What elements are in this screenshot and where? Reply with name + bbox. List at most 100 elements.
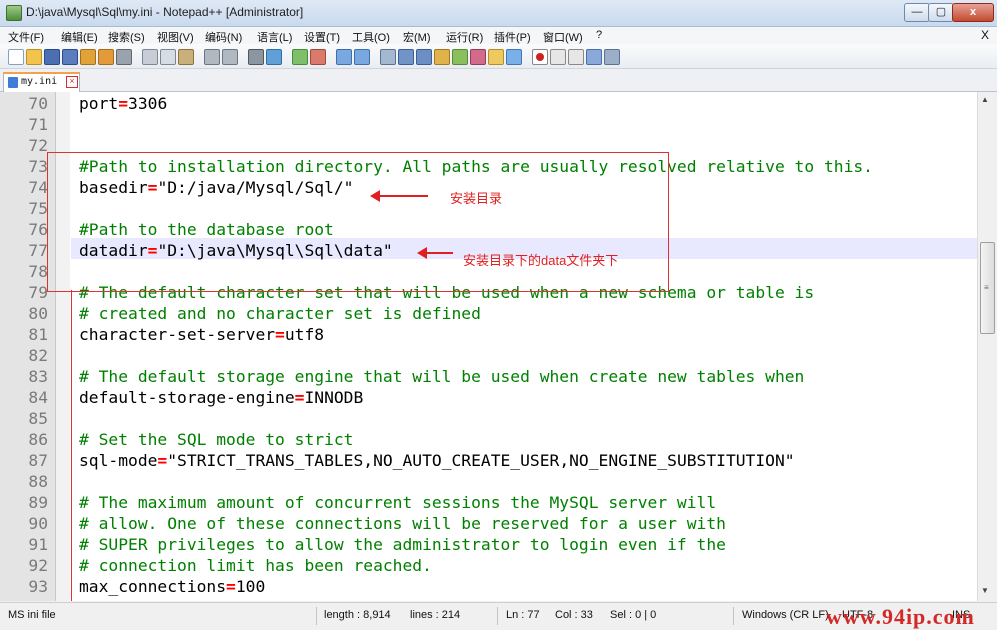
- line-number: 89: [28, 493, 48, 512]
- menu-window[interactable]: 窗口(W): [543, 29, 583, 45]
- menu-search[interactable]: 搜索(S): [108, 29, 145, 45]
- redo-icon[interactable]: [222, 49, 238, 65]
- menu-encoding[interactable]: 编码(N): [205, 29, 242, 45]
- line-number: 75: [28, 199, 48, 218]
- code-token: =: [226, 577, 236, 596]
- line-number: 90: [28, 514, 48, 533]
- line-number: 84: [28, 388, 48, 407]
- paste-icon[interactable]: [178, 49, 194, 65]
- menu-help[interactable]: ?: [596, 29, 602, 41]
- save-macro-icon[interactable]: [604, 49, 620, 65]
- code-text: character-set-server=utf8: [79, 324, 324, 345]
- zoom-in-icon[interactable]: [292, 49, 308, 65]
- close-all-icon[interactable]: [98, 49, 114, 65]
- menu-run[interactable]: 运行(R): [446, 29, 483, 45]
- close-document-button[interactable]: X: [981, 28, 989, 42]
- status-lines: lines : 214: [410, 609, 461, 621]
- code-editor[interactable]: 70 port=3306 71 72 73 #Path to installation d…: [0, 92, 977, 601]
- code-text: sql-mode="STRICT_TRANS_TABLES,NO_AUTO_CR…: [79, 450, 795, 471]
- doc-map-icon[interactable]: [452, 49, 468, 65]
- line-number: 86: [28, 430, 48, 449]
- cut-icon[interactable]: [142, 49, 158, 65]
- code-line[interactable]: 71: [0, 114, 977, 135]
- status-eol[interactable]: Windows (CR LF): [742, 609, 829, 621]
- save-all-icon[interactable]: [62, 49, 78, 65]
- tab-my-ini[interactable]: my.ini ×: [3, 72, 80, 92]
- grip-icon: ≡: [984, 283, 989, 292]
- annotation-line: [71, 290, 72, 601]
- record-dot: [536, 53, 544, 61]
- code-line[interactable]: 88: [0, 471, 977, 492]
- watermark: www.94ip.com: [826, 604, 975, 629]
- status-ln: Ln : 77: [506, 609, 540, 621]
- code-text: # SUPER privileges to allow the administ…: [79, 534, 726, 555]
- menu-settings[interactable]: 设置(T): [304, 29, 340, 45]
- code-line[interactable]: 91 # SUPER privileges to allow the admini…: [0, 534, 977, 555]
- sync-v-icon[interactable]: [336, 49, 352, 65]
- scroll-thumb[interactable]: ≡: [980, 242, 995, 334]
- close-icon[interactable]: [80, 49, 96, 65]
- code-line[interactable]: 89 # The maximum amount of concurrent ses…: [0, 492, 977, 513]
- tab-bar: my.ini ×: [0, 69, 997, 92]
- menu-view[interactable]: 视图(V): [157, 29, 194, 45]
- close-window-button[interactable]: x: [952, 3, 994, 22]
- scroll-down-icon[interactable]: ▼: [981, 586, 989, 595]
- copy-icon[interactable]: [160, 49, 176, 65]
- title-bar[interactable]: D:\java\Mysql\Sql\my.ini - Notepad++ [Ad…: [0, 0, 997, 27]
- zoom-out-icon[interactable]: [310, 49, 326, 65]
- code-line[interactable]: 93 max_connections=100: [0, 576, 977, 597]
- folder-icon[interactable]: [488, 49, 504, 65]
- word-wrap-icon[interactable]: [380, 49, 396, 65]
- save-icon[interactable]: [44, 49, 60, 65]
- find-icon[interactable]: [248, 49, 264, 65]
- menu-plugins[interactable]: 插件(P): [494, 29, 531, 45]
- saved-file-icon: [8, 77, 18, 88]
- maximize-button[interactable]: ▢: [928, 3, 954, 22]
- code-line[interactable]: 83 # The default storage engine that will…: [0, 366, 977, 387]
- scroll-up-icon[interactable]: ▲: [981, 95, 989, 104]
- open-file-icon[interactable]: [26, 49, 42, 65]
- code-text: max_connections=100: [79, 576, 265, 597]
- show-all-icon[interactable]: [398, 49, 414, 65]
- menu-macro[interactable]: 宏(M): [403, 29, 431, 45]
- menu-file[interactable]: 文件(F): [8, 29, 44, 45]
- code-line[interactable]: 70 port=3306: [0, 93, 977, 114]
- print-icon[interactable]: [116, 49, 132, 65]
- minimize-button[interactable]: —: [904, 3, 930, 22]
- code-line[interactable]: 84 default-storage-engine=INNODB: [0, 387, 977, 408]
- function-list-icon[interactable]: [470, 49, 486, 65]
- record-macro-icon[interactable]: [532, 49, 548, 65]
- run-multiple-icon[interactable]: [586, 49, 602, 65]
- play-macro-icon[interactable]: [568, 49, 584, 65]
- code-line[interactable]: 80 # created and no character set is defi…: [0, 303, 977, 324]
- sync-h-icon[interactable]: [354, 49, 370, 65]
- stop-macro-icon[interactable]: [550, 49, 566, 65]
- code-line[interactable]: 86 # Set the SQL mode to strict: [0, 429, 977, 450]
- line-number: 83: [28, 367, 48, 386]
- code-line[interactable]: 90 # allow. One of these connections will…: [0, 513, 977, 534]
- status-col: Col : 33: [555, 609, 593, 621]
- menu-edit[interactable]: 编辑(E): [61, 29, 98, 45]
- indent-guide-icon[interactable]: [416, 49, 432, 65]
- status-divider: [733, 607, 734, 625]
- new-file-icon[interactable]: [8, 49, 24, 65]
- udl-icon[interactable]: [434, 49, 450, 65]
- replace-icon[interactable]: [266, 49, 282, 65]
- menu-language[interactable]: 语言(L): [257, 29, 292, 45]
- code-text: # connection limit has been reached.: [79, 555, 432, 576]
- menu-tools[interactable]: 工具(O): [352, 29, 390, 45]
- menu-bar: 文件(F) 编辑(E) 搜索(S) 视图(V) 编码(N) 语言(L) 设置(T…: [0, 27, 997, 44]
- code-line[interactable]: 85: [0, 408, 977, 429]
- code-line[interactable]: 81 character-set-server=utf8: [0, 324, 977, 345]
- window-title: D:\java\Mysql\Sql\my.ini - Notepad++ [Ad…: [26, 5, 304, 19]
- annotation-box: [47, 152, 669, 292]
- code-line[interactable]: 82: [0, 345, 977, 366]
- annotation-basedir: 安装目录: [450, 191, 503, 206]
- undo-icon[interactable]: [204, 49, 220, 65]
- monitor-icon[interactable]: [506, 49, 522, 65]
- vertical-scrollbar[interactable]: ▲ ≡ ▼: [977, 92, 996, 601]
- tab-close-icon[interactable]: ×: [66, 76, 78, 88]
- code-line[interactable]: 92 # connection limit has been reached.: [0, 555, 977, 576]
- code-line[interactable]: 87 sql-mode="STRICT_TRANS_TABLES,NO_AUTO_…: [0, 450, 977, 471]
- status-length: length : 8,914: [324, 609, 391, 621]
